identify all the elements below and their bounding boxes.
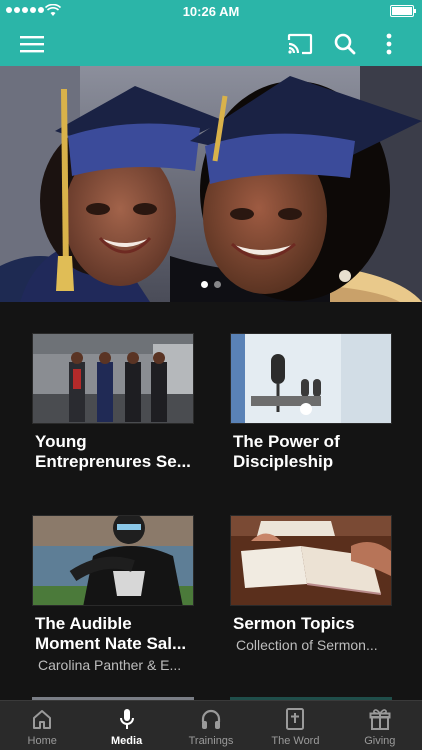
home-icon bbox=[33, 710, 52, 729]
microphone-icon bbox=[119, 709, 134, 729]
media-card-audible-moment[interactable]: The Audible Moment Nate Sal... Carolina … bbox=[32, 515, 194, 673]
hamburger-menu-icon bbox=[20, 36, 44, 53]
media-thumbnail bbox=[32, 333, 194, 424]
cast-icon bbox=[287, 33, 313, 55]
media-title: The Power of Discipleship bbox=[233, 432, 340, 471]
tab-giving[interactable]: Giving bbox=[338, 701, 422, 750]
more-options-button[interactable] bbox=[373, 28, 405, 60]
bottom-tab-bar: Home Media Trainings The Word Giving bbox=[0, 700, 422, 750]
menu-button[interactable] bbox=[16, 28, 48, 60]
tab-home[interactable]: Home bbox=[0, 701, 84, 750]
bible-icon bbox=[286, 708, 305, 730]
media-subtitle: Collection of Sermon... bbox=[236, 637, 378, 653]
app-bar bbox=[0, 22, 422, 66]
media-thumbnail bbox=[230, 515, 392, 606]
media-card-young-entreprenures[interactable]: Young Entreprenures Se... bbox=[32, 333, 194, 472]
tab-media[interactable]: Media bbox=[84, 701, 168, 750]
cast-button[interactable] bbox=[284, 28, 316, 60]
battery-icon bbox=[390, 5, 416, 17]
featured-carousel[interactable] bbox=[0, 66, 422, 302]
headphones-icon bbox=[201, 709, 221, 729]
carousel-dot-2[interactable] bbox=[214, 281, 221, 288]
carousel-pagination bbox=[0, 281, 422, 288]
media-thumbnail bbox=[32, 515, 194, 606]
media-title: The Audible Moment Nate Sal... bbox=[35, 614, 187, 653]
more-vert-icon bbox=[386, 33, 392, 55]
search-icon bbox=[334, 33, 356, 55]
carousel-dot-1[interactable] bbox=[201, 281, 208, 288]
media-thumbnail bbox=[230, 333, 392, 424]
media-grid: Young Entreprenures Se... The Power of D… bbox=[0, 302, 422, 700]
tab-the-word[interactable]: The Word bbox=[253, 701, 337, 750]
status-time: 10:26 AM bbox=[182, 4, 240, 19]
media-subtitle: Carolina Panther & E... bbox=[38, 657, 182, 673]
status-bar: 10:26 AM bbox=[0, 0, 422, 22]
gift-icon bbox=[369, 709, 391, 730]
tab-trainings[interactable]: Trainings bbox=[169, 701, 253, 750]
search-button[interactable] bbox=[329, 28, 361, 60]
media-card-sermon-topics[interactable]: Sermon Topics Collection of Sermon... bbox=[230, 515, 392, 653]
media-title: Young Entreprenures Se... bbox=[35, 432, 191, 471]
media-title: Sermon Topics bbox=[233, 614, 355, 633]
media-card-power-of-discipleship[interactable]: The Power of Discipleship bbox=[230, 333, 392, 472]
hero-image bbox=[0, 66, 422, 302]
